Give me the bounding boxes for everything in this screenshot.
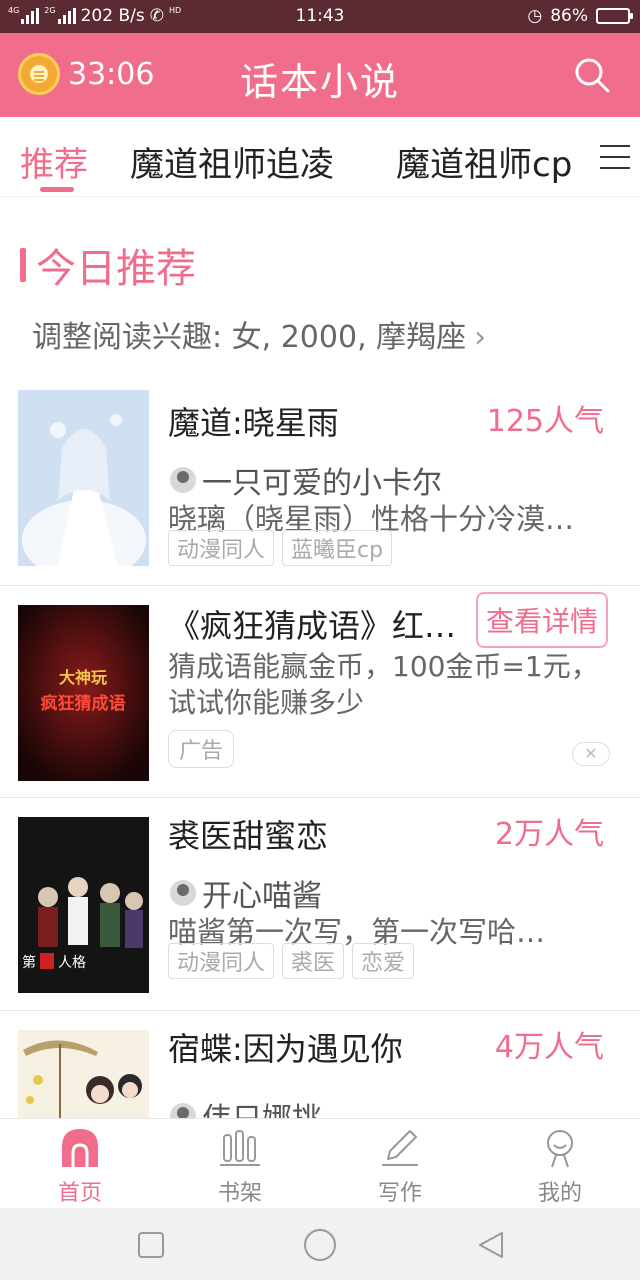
popularity: 4万人气 bbox=[494, 1030, 604, 1065]
system-nav-bar bbox=[0, 1208, 640, 1280]
status-right: ◷ 86% bbox=[527, 6, 633, 26]
chevron-right-icon: › bbox=[474, 320, 487, 355]
tag[interactable]: 动漫同人 bbox=[168, 943, 275, 979]
tag[interactable]: 蓝曦臣cp bbox=[282, 530, 393, 566]
ad-title: 《疯狂猜成语》红… bbox=[168, 607, 457, 645]
tab-modao-zhuiling[interactable]: 魔道祖师追凌 bbox=[130, 137, 334, 186]
reading-preferences-link[interactable]: 调整阅读兴趣: 女, 2000, 摩羯座 › bbox=[32, 312, 486, 356]
popularity: 2万人气 bbox=[494, 817, 604, 852]
view-details-button[interactable]: 查看详情 bbox=[475, 592, 608, 648]
nav-profile-label: 我的 bbox=[537, 1181, 582, 1206]
timer-value: 33:06 bbox=[68, 56, 155, 92]
nav-bookshelf[interactable]: 书架 bbox=[160, 1127, 320, 1207]
nav-home[interactable]: 首页 bbox=[0, 1127, 160, 1207]
bottom-nav: 首页 书架 写作 我的 bbox=[0, 1118, 640, 1208]
status-bar: 4G 2G 202 B/s ✆ HD 11:43 ◷ 86% bbox=[0, 0, 640, 33]
section-title: 今日推荐 bbox=[20, 236, 196, 294]
author-avatar bbox=[170, 880, 196, 906]
section-title-bar bbox=[20, 248, 26, 282]
svg-text:人格: 人格 bbox=[58, 955, 86, 971]
book-card[interactable]: 魔道:晓星雨 125人气 一只可爱的小卡尔 晓璃（晓星雨）性格十分冷漠… 动漫同… bbox=[0, 386, 640, 586]
tab-active-indicator bbox=[40, 187, 74, 192]
category-tabs: 推荐 魔道祖师追凌 魔道祖师cp bbox=[0, 117, 640, 197]
tag[interactable]: 动漫同人 bbox=[168, 530, 275, 566]
search-icon[interactable] bbox=[572, 55, 612, 95]
ad-cover-line2: 疯狂猜成语 bbox=[41, 693, 126, 714]
tab-recommend[interactable]: 推荐 bbox=[20, 137, 88, 186]
book-title: 魔道:晓星雨 bbox=[168, 404, 339, 442]
book-cover bbox=[18, 390, 149, 566]
alarm-icon: ◷ bbox=[527, 6, 543, 26]
tag-list: 动漫同人 蓝曦臣cp bbox=[168, 530, 393, 566]
ad-cover-line1: 大神玩 bbox=[59, 668, 107, 687]
author-avatar bbox=[170, 1103, 196, 1118]
tab-modao-cp[interactable]: 魔道祖师cp bbox=[396, 137, 572, 186]
book-cover: 第 人格 bbox=[18, 817, 149, 993]
nav-home-label: 首页 bbox=[57, 1181, 102, 1206]
svg-text:第: 第 bbox=[22, 954, 36, 971]
battery-percent: 86% bbox=[550, 6, 588, 26]
close-ad-icon[interactable]: ✕ bbox=[572, 742, 610, 766]
nav-bookshelf-label: 书架 bbox=[217, 1181, 262, 1206]
author-avatar bbox=[170, 467, 196, 493]
ad-label: 广告 bbox=[168, 730, 235, 768]
author: 伟只娜挑 bbox=[170, 1094, 322, 1118]
book-card[interactable]: 宿蝶:因为遇见你 4万人气 伟只娜挑 bbox=[0, 1012, 640, 1118]
nav-write[interactable]: 写作 bbox=[320, 1127, 480, 1207]
ad-cover: 大神玩 疯狂猜成语 bbox=[18, 605, 149, 781]
profile-icon bbox=[547, 1130, 573, 1168]
tag[interactable]: 恋爱 bbox=[352, 943, 415, 979]
book-card[interactable]: 第 人格 裘医甜蜜恋 2万人气 开心喵酱 喵酱第一次写，第一次写哈… 动漫同人 … bbox=[0, 799, 640, 1011]
home-icon bbox=[62, 1129, 98, 1167]
tabs-menu-icon[interactable] bbox=[600, 145, 630, 171]
back-icon[interactable] bbox=[476, 1230, 506, 1260]
nav-profile[interactable]: 我的 bbox=[480, 1127, 640, 1207]
coin-timer-icon bbox=[18, 53, 60, 95]
section-title-text: 今日推荐 bbox=[36, 246, 196, 292]
nav-write-label: 写作 bbox=[377, 1181, 422, 1206]
book-title: 宿蝶:因为遇见你 bbox=[168, 1030, 403, 1068]
book-title: 裘医甜蜜恋 bbox=[168, 817, 329, 855]
ad-description: 猜成语能赢金币，100金币=1元，试试你能赚多少 bbox=[168, 650, 599, 719]
reading-timer[interactable]: 33:06 bbox=[18, 53, 154, 95]
author-name: 伟只娜挑 bbox=[202, 1094, 322, 1118]
home-circle-icon[interactable] bbox=[303, 1228, 337, 1262]
preferences-text: 调整阅读兴趣: 女, 2000, 摩羯座 bbox=[32, 320, 467, 355]
bookshelf-icon bbox=[220, 1130, 260, 1166]
ad-card[interactable]: 大神玩 疯狂猜成语 《疯狂猜成语》红… 查看详情 猜成语能赢金币，100金币=1… bbox=[0, 587, 640, 798]
tag-list: 动漫同人 裘医 恋爱 bbox=[168, 943, 415, 979]
recent-apps-icon[interactable] bbox=[136, 1230, 166, 1260]
popularity: 125人气 bbox=[486, 404, 604, 439]
tag[interactable]: 裘医 bbox=[282, 943, 345, 979]
pencil-icon bbox=[382, 1130, 418, 1166]
battery-icon bbox=[596, 8, 633, 24]
book-cover bbox=[18, 1030, 149, 1118]
app-header: 33:06 话本小说 bbox=[0, 33, 640, 117]
